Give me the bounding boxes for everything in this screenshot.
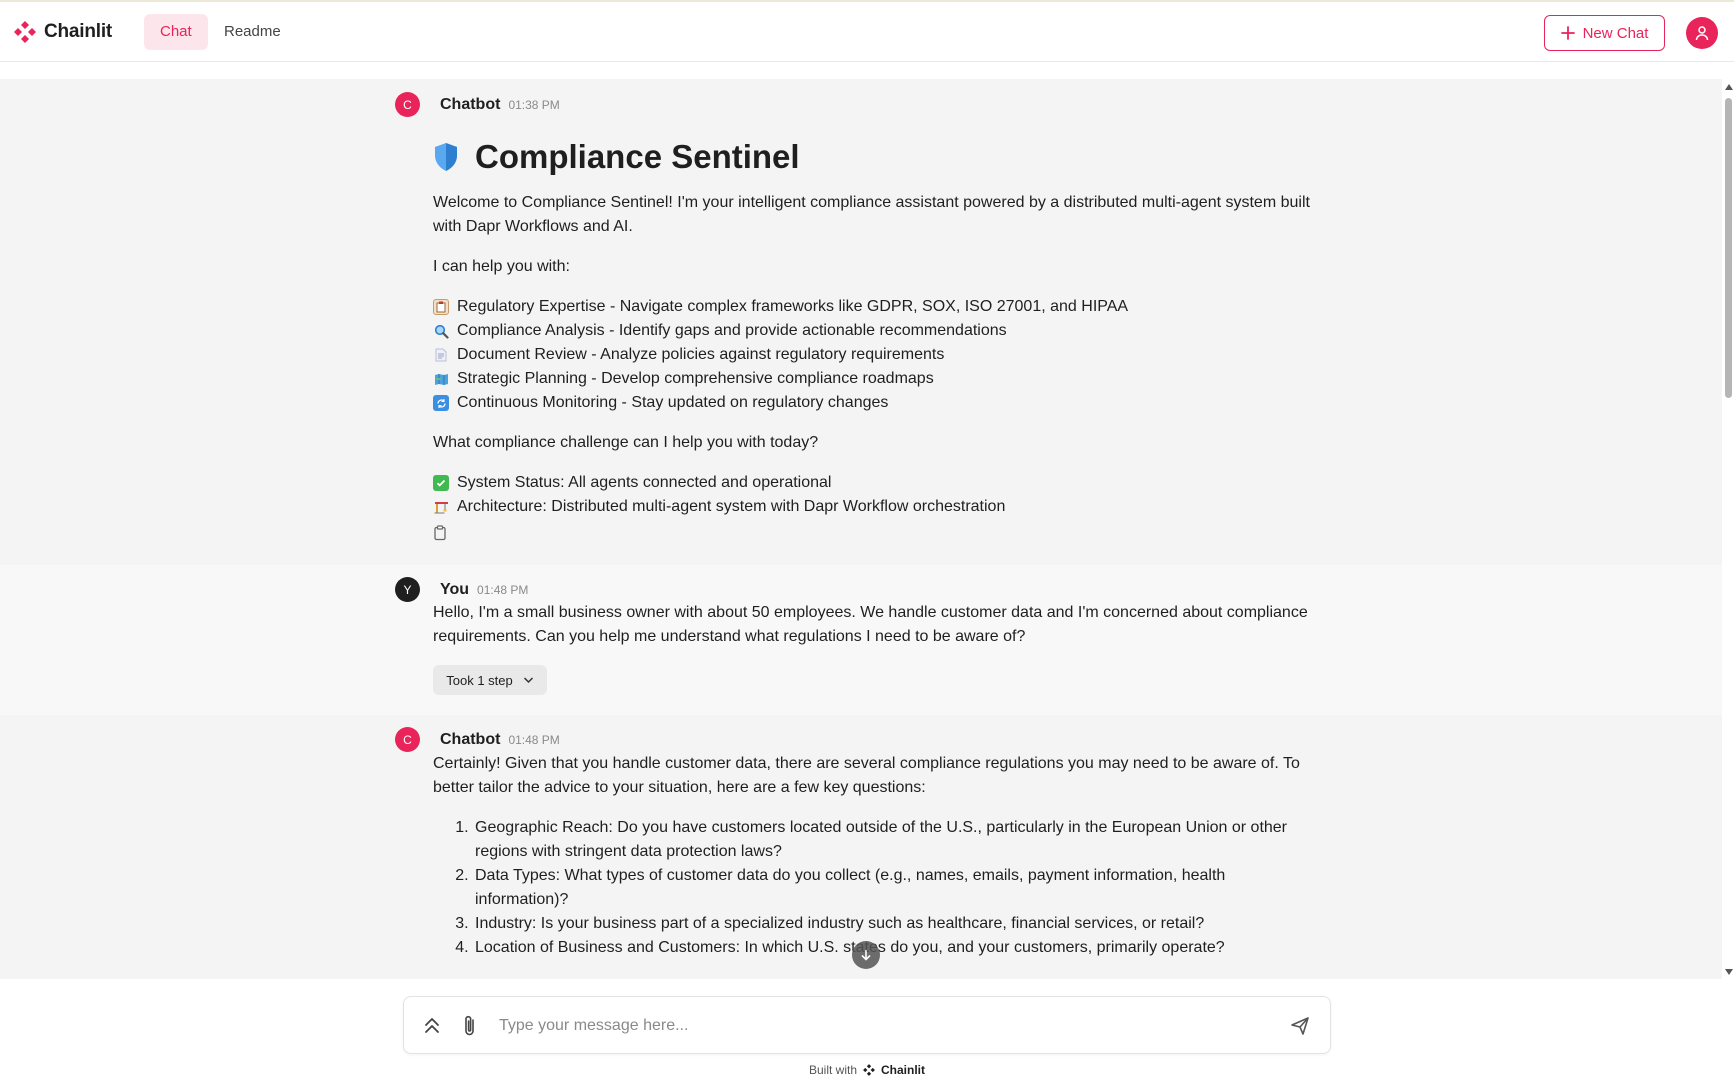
new-chat-label: New Chat — [1582, 24, 1649, 42]
clipboard-icon — [433, 299, 449, 315]
status-text: Architecture: Distributed multi-agent sy… — [457, 498, 1006, 515]
magnifier-icon — [433, 323, 449, 339]
footer-brand[interactable]: Chainlit — [881, 1063, 925, 1077]
steps-label: Took 1 step — [446, 672, 513, 688]
help-question: What compliance challenge can I help you… — [433, 434, 819, 451]
plus-icon — [1560, 26, 1575, 40]
message-title-row: Compliance Sentinel — [433, 135, 1313, 179]
list-item: Location of Business and Customers: In w… — [473, 936, 1313, 960]
message-user: Y You 01:48 PM Hello, I'm a small busine… — [0, 565, 1722, 715]
refresh-icon — [433, 395, 449, 411]
logo[interactable]: Chainlit — [12, 19, 112, 45]
message-author-row: Y You 01:48 PM — [395, 577, 528, 602]
logo-text: Chainlit — [44, 21, 113, 42]
tab-chat[interactable]: Chat — [144, 14, 208, 50]
list-item: Geographic Reach: Do you have customers … — [473, 816, 1313, 864]
scrollbar-thumb[interactable] — [1725, 98, 1732, 398]
message-time: 01:48 PM — [508, 732, 560, 747]
feature-item: Strategic Planning - Develop comprehensi… — [433, 367, 1313, 391]
chevrons-up-icon[interactable] — [423, 1016, 441, 1036]
question-list: Geographic Reach: Do you have customers … — [433, 816, 1313, 960]
built-with-text: Built with — [808, 1063, 858, 1077]
feature-text: Regulatory Expertise - Navigate complex … — [457, 298, 1129, 315]
status-item: System Status: All agents connected and … — [433, 471, 1313, 495]
help-intro: I can help you with: — [433, 258, 570, 275]
message-content: Certainly! Given that you handle custome… — [433, 752, 1313, 960]
chevron-down-icon — [523, 677, 533, 684]
send-icon[interactable] — [1290, 1016, 1310, 1036]
tab-readme[interactable]: Readme — [208, 14, 297, 50]
steps-toggle-button[interactable]: Took 1 step — [433, 665, 547, 695]
footer: Built with Chainlit — [0, 1063, 1734, 1077]
author-name: Chatbot — [440, 730, 501, 748]
feature-list: Regulatory Expertise - Navigate complex … — [433, 295, 1313, 415]
construction-icon — [433, 499, 449, 515]
map-icon — [433, 371, 449, 387]
feature-item: Document Review - Analyze policies again… — [433, 343, 1313, 367]
bot-avatar: C — [395, 92, 420, 117]
author-name: You — [440, 580, 470, 598]
message-bot-welcome: C Chatbot 01:38 PM Compliance Sentinel W… — [0, 79, 1722, 565]
author-name: Chatbot — [440, 95, 501, 113]
status-text: System Status: All agents connected and … — [457, 474, 832, 491]
app-header: Chainlit Chat Readme New Chat — [0, 2, 1734, 62]
message-content: Compliance Sentinel Welcome to Complianc… — [433, 135, 1313, 549]
feature-text: Continuous Monitoring - Stay updated on … — [457, 394, 889, 411]
feature-item: Regulatory Expertise - Navigate complex … — [433, 295, 1313, 319]
list-item: Data Types: What types of customer data … — [473, 864, 1313, 912]
message-input[interactable] — [499, 1011, 1259, 1041]
shield-icon — [435, 143, 457, 171]
message-author-row: C Chatbot 01:38 PM — [395, 92, 560, 117]
feature-text: Compliance Analysis - Identify gaps and … — [457, 322, 1007, 339]
message-author-row: C Chatbot 01:48 PM — [395, 727, 560, 752]
message-time: 01:48 PM — [477, 582, 529, 597]
reply-intro: Certainly! Given that you handle custome… — [433, 755, 1300, 796]
feature-text: Document Review - Analyze policies again… — [457, 346, 945, 363]
status-item: Architecture: Distributed multi-agent sy… — [433, 495, 1313, 519]
chat-area[interactable]: C Chatbot 01:38 PM Compliance Sentinel W… — [0, 63, 1722, 979]
new-chat-button[interactable]: New Chat — [1544, 15, 1665, 51]
document-icon — [433, 347, 449, 363]
chat-scrollbar[interactable] — [1722, 78, 1734, 978]
scroll-up-arrow[interactable] — [1725, 84, 1733, 90]
message-time: 01:38 PM — [508, 97, 560, 112]
user-message-avatar: Y — [395, 577, 420, 602]
user-icon — [1695, 26, 1709, 41]
scroll-to-bottom-button[interactable] — [852, 941, 880, 969]
status-list: System Status: All agents connected and … — [433, 471, 1313, 519]
message-bot-reply: C Chatbot 01:48 PM Certainly! Given that… — [0, 715, 1722, 979]
check-icon — [433, 475, 449, 491]
chainlit-footer-logo-icon — [863, 1064, 875, 1076]
user-avatar[interactable] — [1686, 17, 1718, 49]
list-item: Industry: Is your business part of a spe… — [473, 912, 1313, 936]
arrow-down-icon — [861, 950, 871, 961]
chainlit-logo-icon — [14, 21, 36, 43]
feature-item: Continuous Monitoring - Stay updated on … — [433, 391, 1313, 415]
feature-item: Compliance Analysis - Identify gaps and … — [433, 319, 1313, 343]
user-message-text: Hello, I'm a small business owner with a… — [433, 604, 1308, 645]
copy-button[interactable] — [433, 525, 1313, 549]
scroll-down-arrow[interactable] — [1725, 969, 1733, 975]
paperclip-icon[interactable] — [462, 1014, 478, 1038]
welcome-intro: Welcome to Compliance Sentinel! I'm your… — [433, 194, 1310, 235]
message-title: Compliance Sentinel — [475, 138, 800, 175]
bot-avatar: C — [395, 727, 420, 752]
feature-text: Strategic Planning - Develop comprehensi… — [457, 370, 934, 387]
copy-icon — [434, 525, 446, 541]
message-composer — [403, 996, 1331, 1054]
